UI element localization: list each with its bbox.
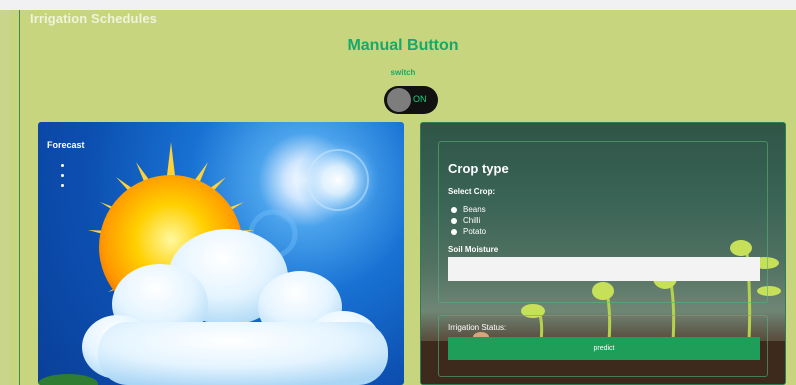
select-crop-label: Select Crop: (448, 187, 496, 196)
dot-icon (61, 164, 64, 167)
soil-moisture-label: Soil Moisture (448, 245, 499, 254)
crop-form: Crop type Select Crop: Beans Chilli Pota… (438, 141, 768, 303)
radio-label: Potato (463, 227, 487, 236)
panel-divider (19, 10, 20, 385)
top-bar (0, 0, 796, 10)
radio-circle-icon[interactable] (451, 228, 457, 235)
forecast-dots (61, 164, 64, 194)
radio-beans[interactable]: Beans (451, 204, 486, 215)
predict-button[interactable]: predict (448, 337, 760, 360)
radio-label: Beans (463, 205, 486, 214)
manual-toggle-switch[interactable]: ON (384, 86, 438, 114)
radio-circle-icon[interactable] (451, 206, 457, 213)
crop-card: Crop type Select Crop: Beans Chilli Pota… (420, 122, 786, 385)
dot-icon (61, 184, 64, 187)
toggle-state-label: ON (413, 94, 427, 104)
forecast-title: Forecast (47, 140, 85, 150)
irrigation-status-box: Irrigation Status: predict (438, 315, 768, 377)
toggle-knob[interactable] (387, 88, 411, 112)
radio-potato[interactable]: Potato (451, 226, 486, 237)
soil-moisture-input[interactable] (448, 257, 760, 281)
left-margin (0, 10, 10, 385)
switch-label: switch (390, 68, 416, 77)
section-title: Irrigation Schedules (30, 11, 157, 26)
irrigation-status-label: Irrigation Status: (448, 323, 507, 332)
page-title: Manual Button (347, 37, 459, 54)
dot-icon (61, 174, 64, 177)
crop-radio-group: Beans Chilli Potato (451, 204, 486, 237)
weather-illustration (38, 138, 388, 385)
crop-title: Crop type (448, 161, 509, 176)
radio-label: Chilli (463, 216, 481, 225)
irrigation-panel: Irrigation Schedules Manual Button switc… (10, 10, 796, 385)
forecast-card: Forecast (38, 122, 404, 385)
radio-chilli[interactable]: Chilli (451, 215, 486, 226)
grass-icon (38, 374, 98, 385)
radio-circle-icon[interactable] (451, 217, 457, 224)
